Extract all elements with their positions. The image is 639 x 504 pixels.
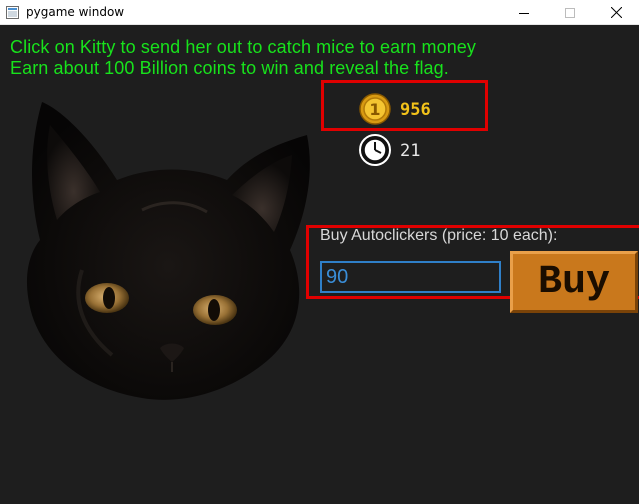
close-button[interactable] (593, 0, 639, 25)
autoclicker-count: 21 (400, 141, 421, 161)
game-canvas: Click on Kitty to send her out to catch … (0, 25, 639, 504)
buy-button[interactable]: Buy (510, 251, 638, 313)
pygame-icon (6, 6, 19, 19)
clock-icon (359, 134, 391, 166)
window-titlebar[interactable]: pygame window (0, 0, 639, 25)
coin-icon-text: 1 (369, 100, 380, 119)
minimize-icon (519, 12, 529, 14)
window-title: pygame window (26, 5, 125, 19)
minimize-button[interactable] (501, 0, 547, 25)
coin-count: 956 (400, 100, 431, 120)
buy-autoclickers-label: Buy Autoclickers (price: 10 each): (320, 227, 558, 244)
instruction-line-2: Earn about 100 Billion coins to win and … (10, 58, 449, 78)
maximize-button[interactable] (547, 0, 593, 25)
instruction-line-1: Click on Kitty to send her out to catch … (10, 37, 477, 57)
coin-icon: 1 (359, 93, 391, 125)
maximize-icon (565, 7, 575, 18)
kitty-cat-image[interactable] (22, 100, 322, 405)
close-icon (610, 7, 622, 18)
quantity-input[interactable] (320, 261, 501, 293)
